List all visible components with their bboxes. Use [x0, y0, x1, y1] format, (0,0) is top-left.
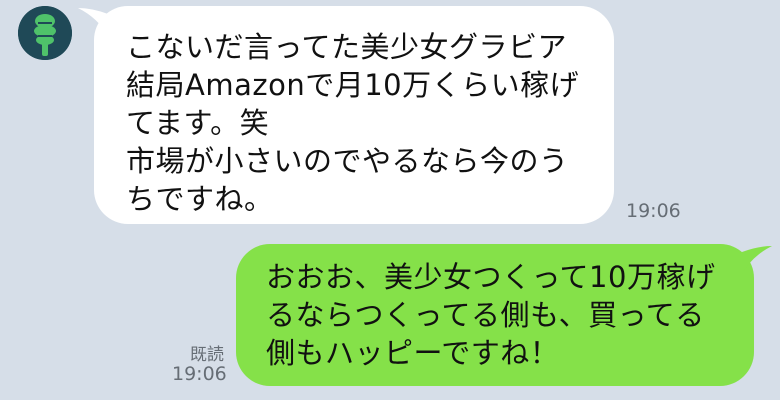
incoming-message-time: 19:06 — [626, 200, 681, 222]
incoming-message-text: こないだ言ってた美少女グラビア 結局Amazonで月10万くらい稼げ てます。笑… — [126, 30, 580, 216]
chat-area: こないだ言ってた美少女グラビア 結局Amazonで月10万くらい稼げ てます。笑… — [0, 0, 780, 400]
contact-avatar[interactable] — [18, 6, 72, 60]
outgoing-message-time: 19:06 — [172, 363, 227, 385]
green-character-avatar-icon — [18, 6, 72, 60]
outgoing-bubble-tail — [742, 246, 772, 274]
outgoing-message-text: おおお、美少女つくって10万稼げ るならつくってる側も、買ってる 側もハッピーで… — [266, 260, 716, 370]
outgoing-message-bubble[interactable]: おおお、美少女つくって10万稼げ るならつくってる側も、買ってる 側もハッピーで… — [236, 244, 772, 386]
read-status: 既読 — [190, 345, 224, 365]
incoming-message-bubble[interactable]: こないだ言ってた美少女グラビア 結局Amazonで月10万くらい稼げ てます。笑… — [78, 6, 614, 224]
incoming-bubble-tail — [78, 8, 108, 36]
